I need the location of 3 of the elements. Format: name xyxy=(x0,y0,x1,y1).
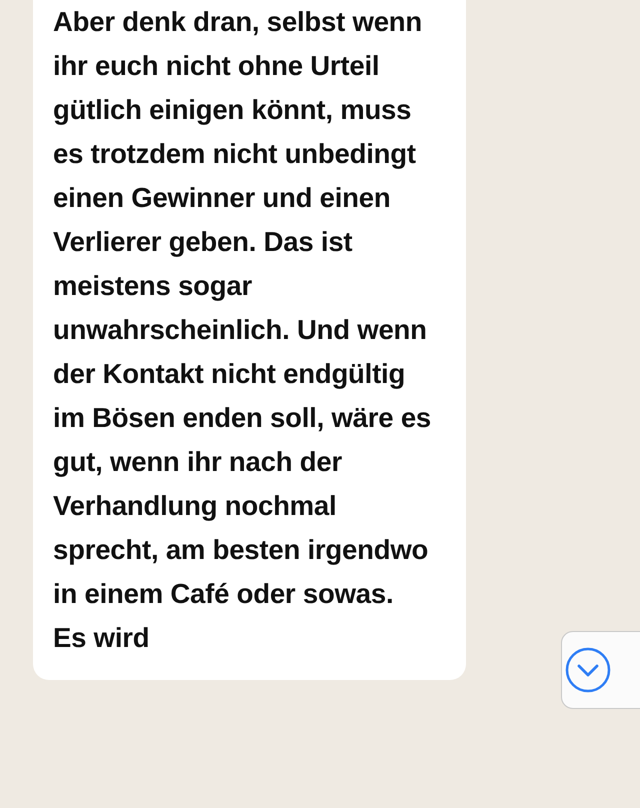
scroll-down-button[interactable] xyxy=(561,631,640,709)
message-text: Aber denk dran, selbst wenn ihr euch nicht ohne Urteil gütlich einigen könnt, muss es trotzdem nicht unbedingt einen Gewinner und einen Verlierer geben. Das ist meistens sogar unwahrscheinlich. Und wenn der Kontakt nicht endgültig im Bösen enden soll, wäre es gut, wenn ihr nach der Verhandlung nochmal sprecht, am besten irgendwo in einem Café oder sowas. Es wird xyxy=(53,5,431,655)
chevron-down-icon xyxy=(565,647,611,693)
